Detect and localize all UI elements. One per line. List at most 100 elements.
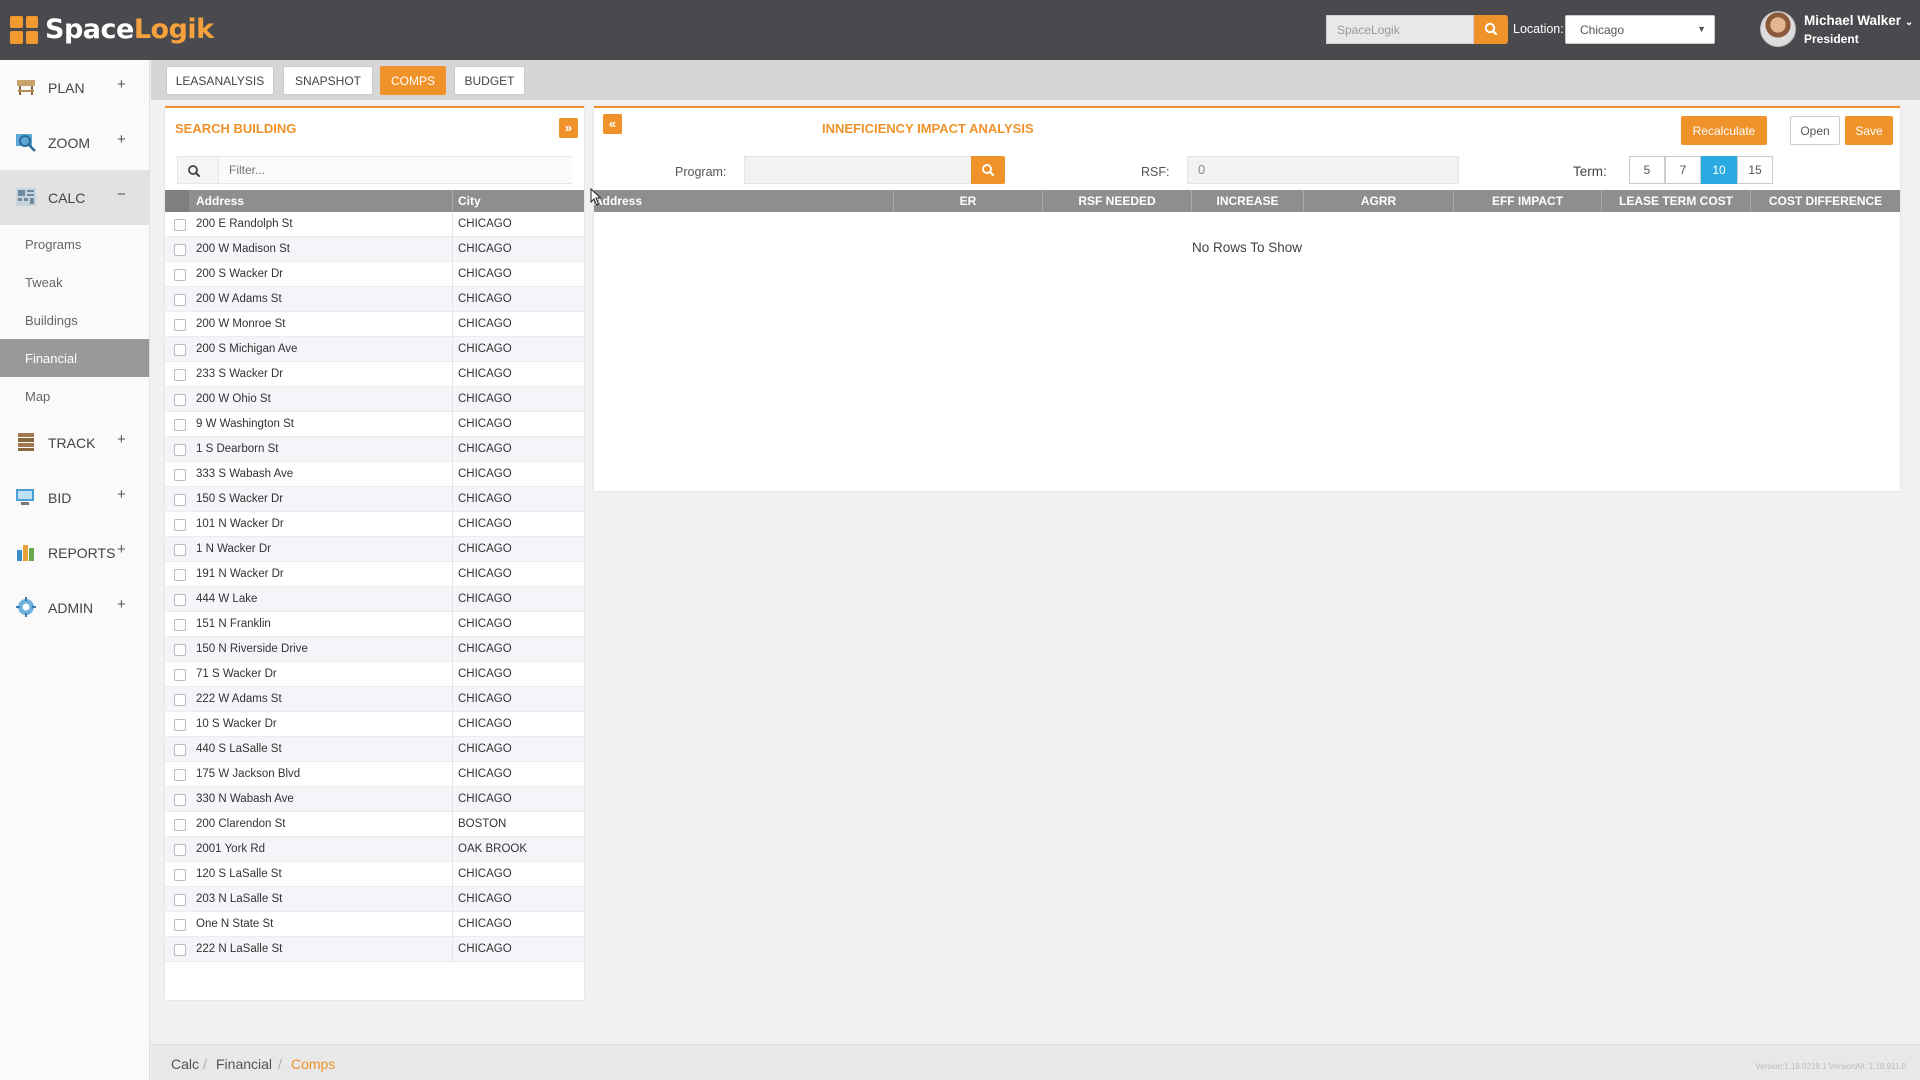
global-search-input[interactable]: SpaceLogik [1326,15,1474,44]
column-header-cost-difference[interactable]: COST DIFFERENCE [1750,190,1900,212]
row-checkbox[interactable] [174,419,186,431]
user-menu[interactable]: Michael Walker ⌄ [1804,13,1913,28]
table-row[interactable]: One N State St CHICAGO [165,912,584,937]
table-row[interactable]: 10 S Wacker Dr CHICAGO [165,712,584,737]
row-checkbox[interactable] [174,669,186,681]
table-row[interactable]: 1 S Dearborn St CHICAGO [165,437,584,462]
term-option-7[interactable]: 7 [1665,156,1701,184]
table-row[interactable]: 71 S Wacker Dr CHICAGO [165,662,584,687]
sidebar-subitem-financial[interactable]: Financial [0,339,149,377]
table-row[interactable]: 200 W Monroe St CHICAGO [165,312,584,337]
rsf-input[interactable]: 0 [1187,156,1459,184]
expand-icon[interactable]: + [117,431,126,448]
column-header-agrr[interactable]: AGRR [1303,190,1453,212]
column-header-rsf-needed[interactable]: RSF NEEDED [1042,190,1191,212]
row-checkbox[interactable] [174,919,186,931]
column-header-address[interactable]: Address [594,190,893,212]
column-header-increase[interactable]: INCREASE [1191,190,1303,212]
expand-icon[interactable]: + [117,76,126,93]
avatar[interactable] [1760,11,1796,47]
program-search-button[interactable] [971,156,1005,184]
row-checkbox[interactable] [174,719,186,731]
table-row[interactable]: 200 S Michigan Ave CHICAGO [165,337,584,362]
table-row[interactable]: 1 N Wacker Dr CHICAGO [165,537,584,562]
open-button[interactable]: Open [1790,116,1840,145]
row-checkbox[interactable] [174,244,186,256]
table-row[interactable]: 200 E Randolph St CHICAGO [165,212,584,237]
tab-budget[interactable]: BUDGET [454,66,525,95]
table-row[interactable]: 333 S Wabash Ave CHICAGO [165,462,584,487]
sidebar-item-plan[interactable]: PLAN + [0,60,149,115]
table-row[interactable]: 200 W Adams St CHICAGO [165,287,584,312]
table-row[interactable]: 200 Clarendon St BOSTON [165,812,584,837]
column-header-city[interactable]: City [458,194,481,208]
row-checkbox[interactable] [174,619,186,631]
row-checkbox[interactable] [174,219,186,231]
row-checkbox[interactable] [174,494,186,506]
table-row[interactable]: 200 W Ohio St CHICAGO [165,387,584,412]
expand-icon[interactable]: + [117,596,126,613]
table-row[interactable]: 330 N Wabash Ave CHICAGO [165,787,584,812]
program-input[interactable] [744,156,972,184]
column-header-lease-term-cost[interactable]: LEASE TERM COST [1601,190,1750,212]
table-row[interactable]: 222 N LaSalle St CHICAGO [165,937,584,962]
row-checkbox[interactable] [174,944,186,956]
row-checkbox[interactable] [174,819,186,831]
table-row[interactable]: 150 N Riverside Drive CHICAGO [165,637,584,662]
row-checkbox[interactable] [174,344,186,356]
row-checkbox[interactable] [174,594,186,606]
table-row[interactable]: 444 W Lake CHICAGO [165,587,584,612]
row-checkbox[interactable] [174,269,186,281]
row-checkbox[interactable] [174,844,186,856]
row-checkbox[interactable] [174,894,186,906]
table-row[interactable]: 9 W Washington St CHICAGO [165,412,584,437]
filter-input[interactable] [218,157,572,183]
row-checkbox[interactable] [174,319,186,331]
select-all-cell[interactable] [165,190,189,212]
sidebar-item-track[interactable]: TRACK + [0,415,149,470]
recalculate-button[interactable]: Recalculate [1681,116,1767,145]
row-checkbox[interactable] [174,769,186,781]
save-button[interactable]: Save [1845,116,1893,145]
expand-icon[interactable]: + [117,541,126,558]
tab-snapshot[interactable]: SNAPSHOT [283,66,373,95]
row-checkbox[interactable] [174,544,186,556]
tab-leasanalysis[interactable]: LEASANALYSIS [166,66,274,95]
table-row[interactable]: 200 W Madison St CHICAGO [165,237,584,262]
row-checkbox[interactable] [174,744,186,756]
row-checkbox[interactable] [174,569,186,581]
collapse-icon[interactable]: − [117,186,126,203]
sidebar-item-zoom[interactable]: ZOOM + [0,115,149,170]
column-header-eff-impact[interactable]: EFF IMPACT [1453,190,1601,212]
sidebar-subitem-tweak[interactable]: Tweak [0,263,149,301]
table-row[interactable]: 233 S Wacker Dr CHICAGO [165,362,584,387]
row-checkbox[interactable] [174,644,186,656]
table-row[interactable]: 191 N Wacker Dr CHICAGO [165,562,584,587]
logo[interactable]: SpaceLogik [10,14,214,45]
row-checkbox[interactable] [174,519,186,531]
sidebar-subitem-map[interactable]: Map [0,377,149,415]
tab-comps[interactable]: COMPS [380,66,446,95]
table-row[interactable]: 175 W Jackson Blvd CHICAGO [165,762,584,787]
table-row[interactable]: 440 S LaSalle St CHICAGO [165,737,584,762]
term-option-10[interactable]: 10 [1701,156,1737,184]
global-search-button[interactable] [1474,15,1508,44]
table-row[interactable]: 222 W Adams St CHICAGO [165,687,584,712]
term-option-15[interactable]: 15 [1737,156,1773,184]
sidebar-item-admin[interactable]: ADMIN + [0,580,149,635]
table-row[interactable]: 151 N Franklin CHICAGO [165,612,584,637]
table-row[interactable]: 203 N LaSalle St CHICAGO [165,887,584,912]
row-checkbox[interactable] [174,694,186,706]
row-checkbox[interactable] [174,869,186,881]
row-checkbox[interactable] [174,794,186,806]
sidebar-subitem-buildings[interactable]: Buildings [0,301,149,339]
table-row[interactable]: 101 N Wacker Dr CHICAGO [165,512,584,537]
table-row[interactable]: 2001 York Rd OAK BROOK [165,837,584,862]
breadcrumb-financial[interactable]: Financial [216,1056,272,1072]
expand-icon[interactable]: + [117,486,126,503]
column-header-er[interactable]: ER [893,190,1042,212]
expand-panel-button[interactable]: « [603,114,622,134]
table-row[interactable]: 120 S LaSalle St CHICAGO [165,862,584,887]
row-checkbox[interactable] [174,369,186,381]
row-checkbox[interactable] [174,294,186,306]
